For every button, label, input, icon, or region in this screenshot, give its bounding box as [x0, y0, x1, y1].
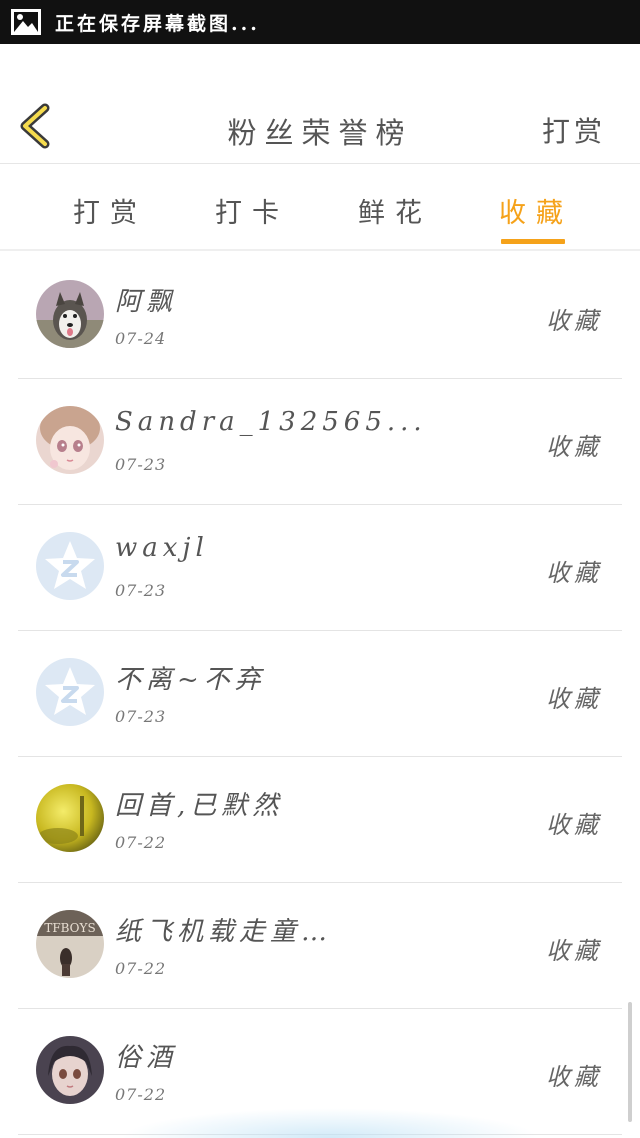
tab-reward[interactable]: 打赏: [45, 191, 175, 230]
status-text: 正在保存屏幕截图...: [55, 12, 260, 35]
list-item[interactable]: waxjl 07-23 收藏: [18, 505, 622, 631]
fan-name: 阿飘: [115, 287, 178, 317]
favorite-label: 收藏: [546, 307, 602, 335]
default-qq-avatar: [36, 658, 104, 726]
list-item[interactable]: Sandra_132565... 07-23 收藏: [18, 379, 622, 505]
scrollbar[interactable]: [628, 1002, 632, 1122]
list-item[interactable]: TFBOYS 纸飞机载走童… 07-22 收藏: [18, 883, 622, 1009]
status-bar: 正在保存屏幕截图...: [0, 0, 640, 44]
favorite-label: 收藏: [546, 937, 602, 965]
reward-button[interactable]: 打赏: [542, 110, 606, 150]
husky-dog-avatar: [36, 280, 104, 348]
tab-flowers[interactable]: 鲜花: [330, 191, 460, 230]
fan-date: 07-22: [115, 1085, 167, 1104]
tab-favorites[interactable]: 收藏: [471, 191, 601, 230]
doll-avatar: [36, 1036, 104, 1104]
fan-date: 07-24: [115, 329, 167, 348]
favorite-label: 收藏: [546, 433, 602, 461]
bottom-glow: [120, 1108, 540, 1138]
fan-name: 纸飞机载走童…: [115, 917, 333, 947]
favorite-label: 收藏: [546, 685, 602, 713]
fan-name: waxjl: [115, 533, 209, 563]
tfboys-avatar: TFBOYS: [36, 910, 104, 978]
fan-name: 不离~不弃: [115, 665, 266, 695]
fan-date: 07-23: [115, 455, 167, 474]
fan-date: 07-23: [115, 581, 167, 600]
yellow-landscape-avatar: [36, 784, 104, 852]
active-tab-indicator: [501, 239, 565, 244]
fan-date: 07-22: [115, 833, 167, 852]
fan-date: 07-22: [115, 959, 167, 978]
favorite-label: 收藏: [546, 1063, 602, 1091]
favorite-label: 收藏: [546, 811, 602, 839]
anime-girl-avatar: [36, 406, 104, 474]
image-icon: [11, 9, 41, 35]
default-qq-avatar: [36, 532, 104, 600]
tab-checkin[interactable]: 打卡: [187, 191, 317, 230]
tab-bar: 打赏 打卡 鲜花 收藏: [0, 165, 640, 251]
svg-text:TFBOYS: TFBOYS: [44, 921, 95, 935]
favorite-label: 收藏: [546, 559, 602, 587]
fan-list: 阿飘 07-24 收藏 Sandra_132565... 07-23 收藏 wa…: [18, 253, 622, 1135]
list-item[interactable]: 阿飘 07-24 收藏: [18, 253, 622, 379]
header: 粉丝荣誉榜 打赏: [0, 44, 640, 164]
fan-name: 回首,已默然: [115, 791, 284, 821]
list-item[interactable]: 回首,已默然 07-22 收藏: [18, 757, 622, 883]
fan-name: 俗酒: [115, 1043, 178, 1073]
fan-name: Sandra_132565...: [115, 407, 427, 437]
fan-date: 07-23: [115, 707, 167, 726]
list-item[interactable]: 不离~不弃 07-23 收藏: [18, 631, 622, 757]
